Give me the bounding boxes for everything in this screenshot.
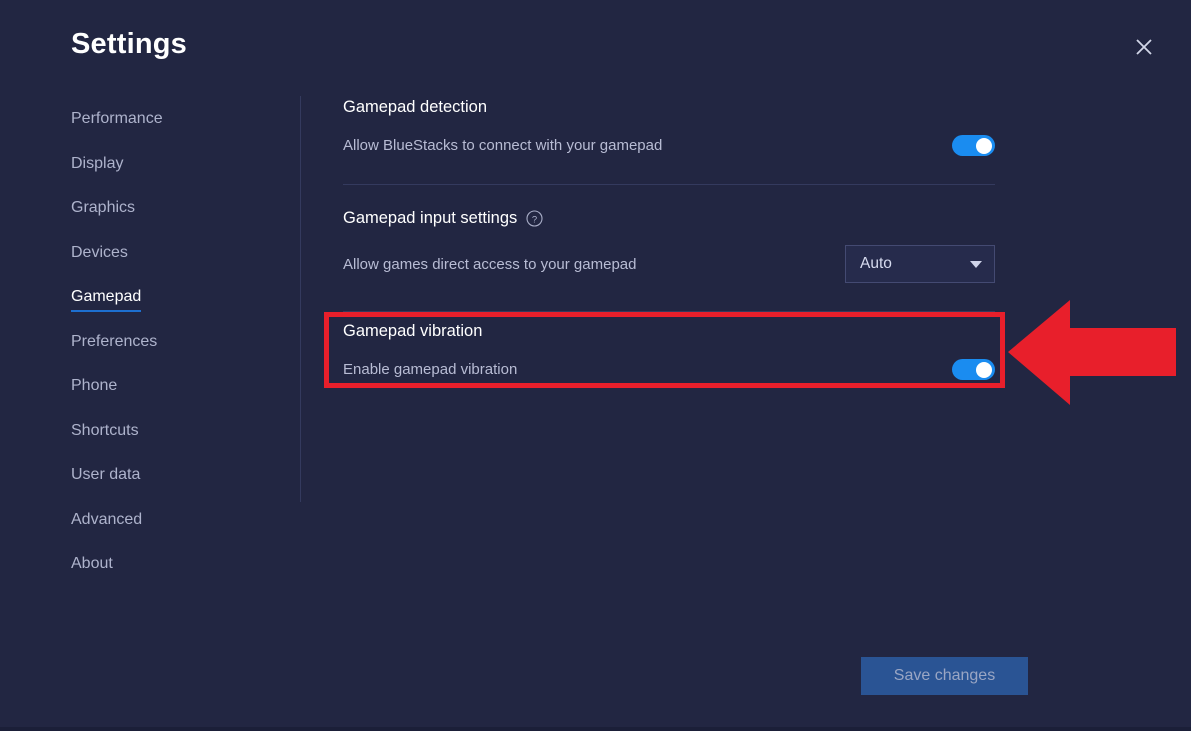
gamepad-access-select[interactable]: Auto — [845, 245, 995, 283]
sidebar-item-label: Advanced — [71, 511, 142, 528]
sidebar-item-label: Devices — [71, 244, 128, 261]
chevron-down-icon — [970, 261, 982, 268]
gamepad-detection-label: Allow BlueStacks to connect with your ga… — [343, 137, 662, 154]
sidebar-item-label: Preferences — [71, 333, 157, 350]
sidebar-item-label: Shortcuts — [71, 422, 139, 439]
gamepad-input-access-row: Allow games direct access to your gamepa… — [343, 245, 995, 283]
active-indicator — [71, 310, 141, 312]
sidebar: Performance Display Graphics Devices Gam… — [71, 108, 281, 598]
close-button[interactable] — [1129, 32, 1159, 62]
sidebar-item-gamepad[interactable]: Gamepad — [71, 286, 141, 308]
toggle-knob — [976, 362, 992, 378]
sidebar-item-phone[interactable]: Phone — [71, 375, 117, 397]
sidebar-item-user-data[interactable]: User data — [71, 464, 140, 486]
sidebar-item-graphics[interactable]: Graphics — [71, 197, 135, 219]
settings-content: Gamepad detection Allow BlueStacks to co… — [343, 96, 995, 312]
sidebar-item-devices[interactable]: Devices — [71, 242, 128, 264]
sidebar-item-label: Gamepad — [71, 288, 141, 305]
gamepad-input-settings-title: Gamepad input settings ? — [343, 207, 995, 229]
section-divider — [343, 184, 995, 185]
sidebar-item-preferences[interactable]: Preferences — [71, 331, 157, 353]
question-circle-icon[interactable]: ? — [526, 210, 543, 227]
sidebar-item-label: Display — [71, 155, 123, 172]
gamepad-vibration-toggle[interactable] — [952, 359, 995, 380]
save-changes-button[interactable]: Save changes — [861, 657, 1028, 695]
select-value: Auto — [860, 255, 892, 273]
section-divider — [343, 311, 995, 312]
sidebar-item-label: Phone — [71, 377, 117, 394]
gamepad-detection-title: Gamepad detection — [343, 96, 995, 118]
sidebar-item-performance[interactable]: Performance — [71, 108, 163, 130]
sidebar-divider — [300, 96, 301, 502]
gamepad-vibration-label: Enable gamepad vibration — [343, 361, 517, 378]
sidebar-item-shortcuts[interactable]: Shortcuts — [71, 420, 139, 442]
toggle-knob — [976, 138, 992, 154]
section-label: Gamepad vibration — [343, 320, 482, 342]
svg-text:?: ? — [532, 214, 537, 225]
gamepad-detection-toggle[interactable] — [952, 135, 995, 156]
sidebar-item-label: User data — [71, 466, 140, 483]
left-arrow-icon — [1008, 300, 1178, 410]
sidebar-item-about[interactable]: About — [71, 553, 113, 575]
gamepad-vibration-row: Enable gamepad vibration — [343, 359, 995, 380]
gamepad-detection-row: Allow BlueStacks to connect with your ga… — [343, 135, 995, 156]
sidebar-item-display[interactable]: Display — [71, 153, 123, 175]
bottom-strip — [0, 727, 1191, 731]
gamepad-vibration-title: Gamepad vibration — [343, 320, 995, 342]
section-label: Gamepad input settings — [343, 207, 517, 229]
settings-window: Settings Performance Display Graphics De… — [0, 0, 1191, 731]
section-label: Gamepad detection — [343, 96, 487, 118]
gamepad-input-access-label: Allow games direct access to your gamepa… — [343, 256, 636, 273]
sidebar-item-label: About — [71, 555, 113, 572]
gamepad-vibration-section: Gamepad vibration Enable gamepad vibrati… — [343, 320, 995, 380]
close-icon — [1134, 37, 1154, 57]
sidebar-item-advanced[interactable]: Advanced — [71, 509, 142, 531]
sidebar-item-label: Performance — [71, 110, 163, 127]
sidebar-item-label: Graphics — [71, 199, 135, 216]
page-title: Settings — [71, 28, 187, 61]
